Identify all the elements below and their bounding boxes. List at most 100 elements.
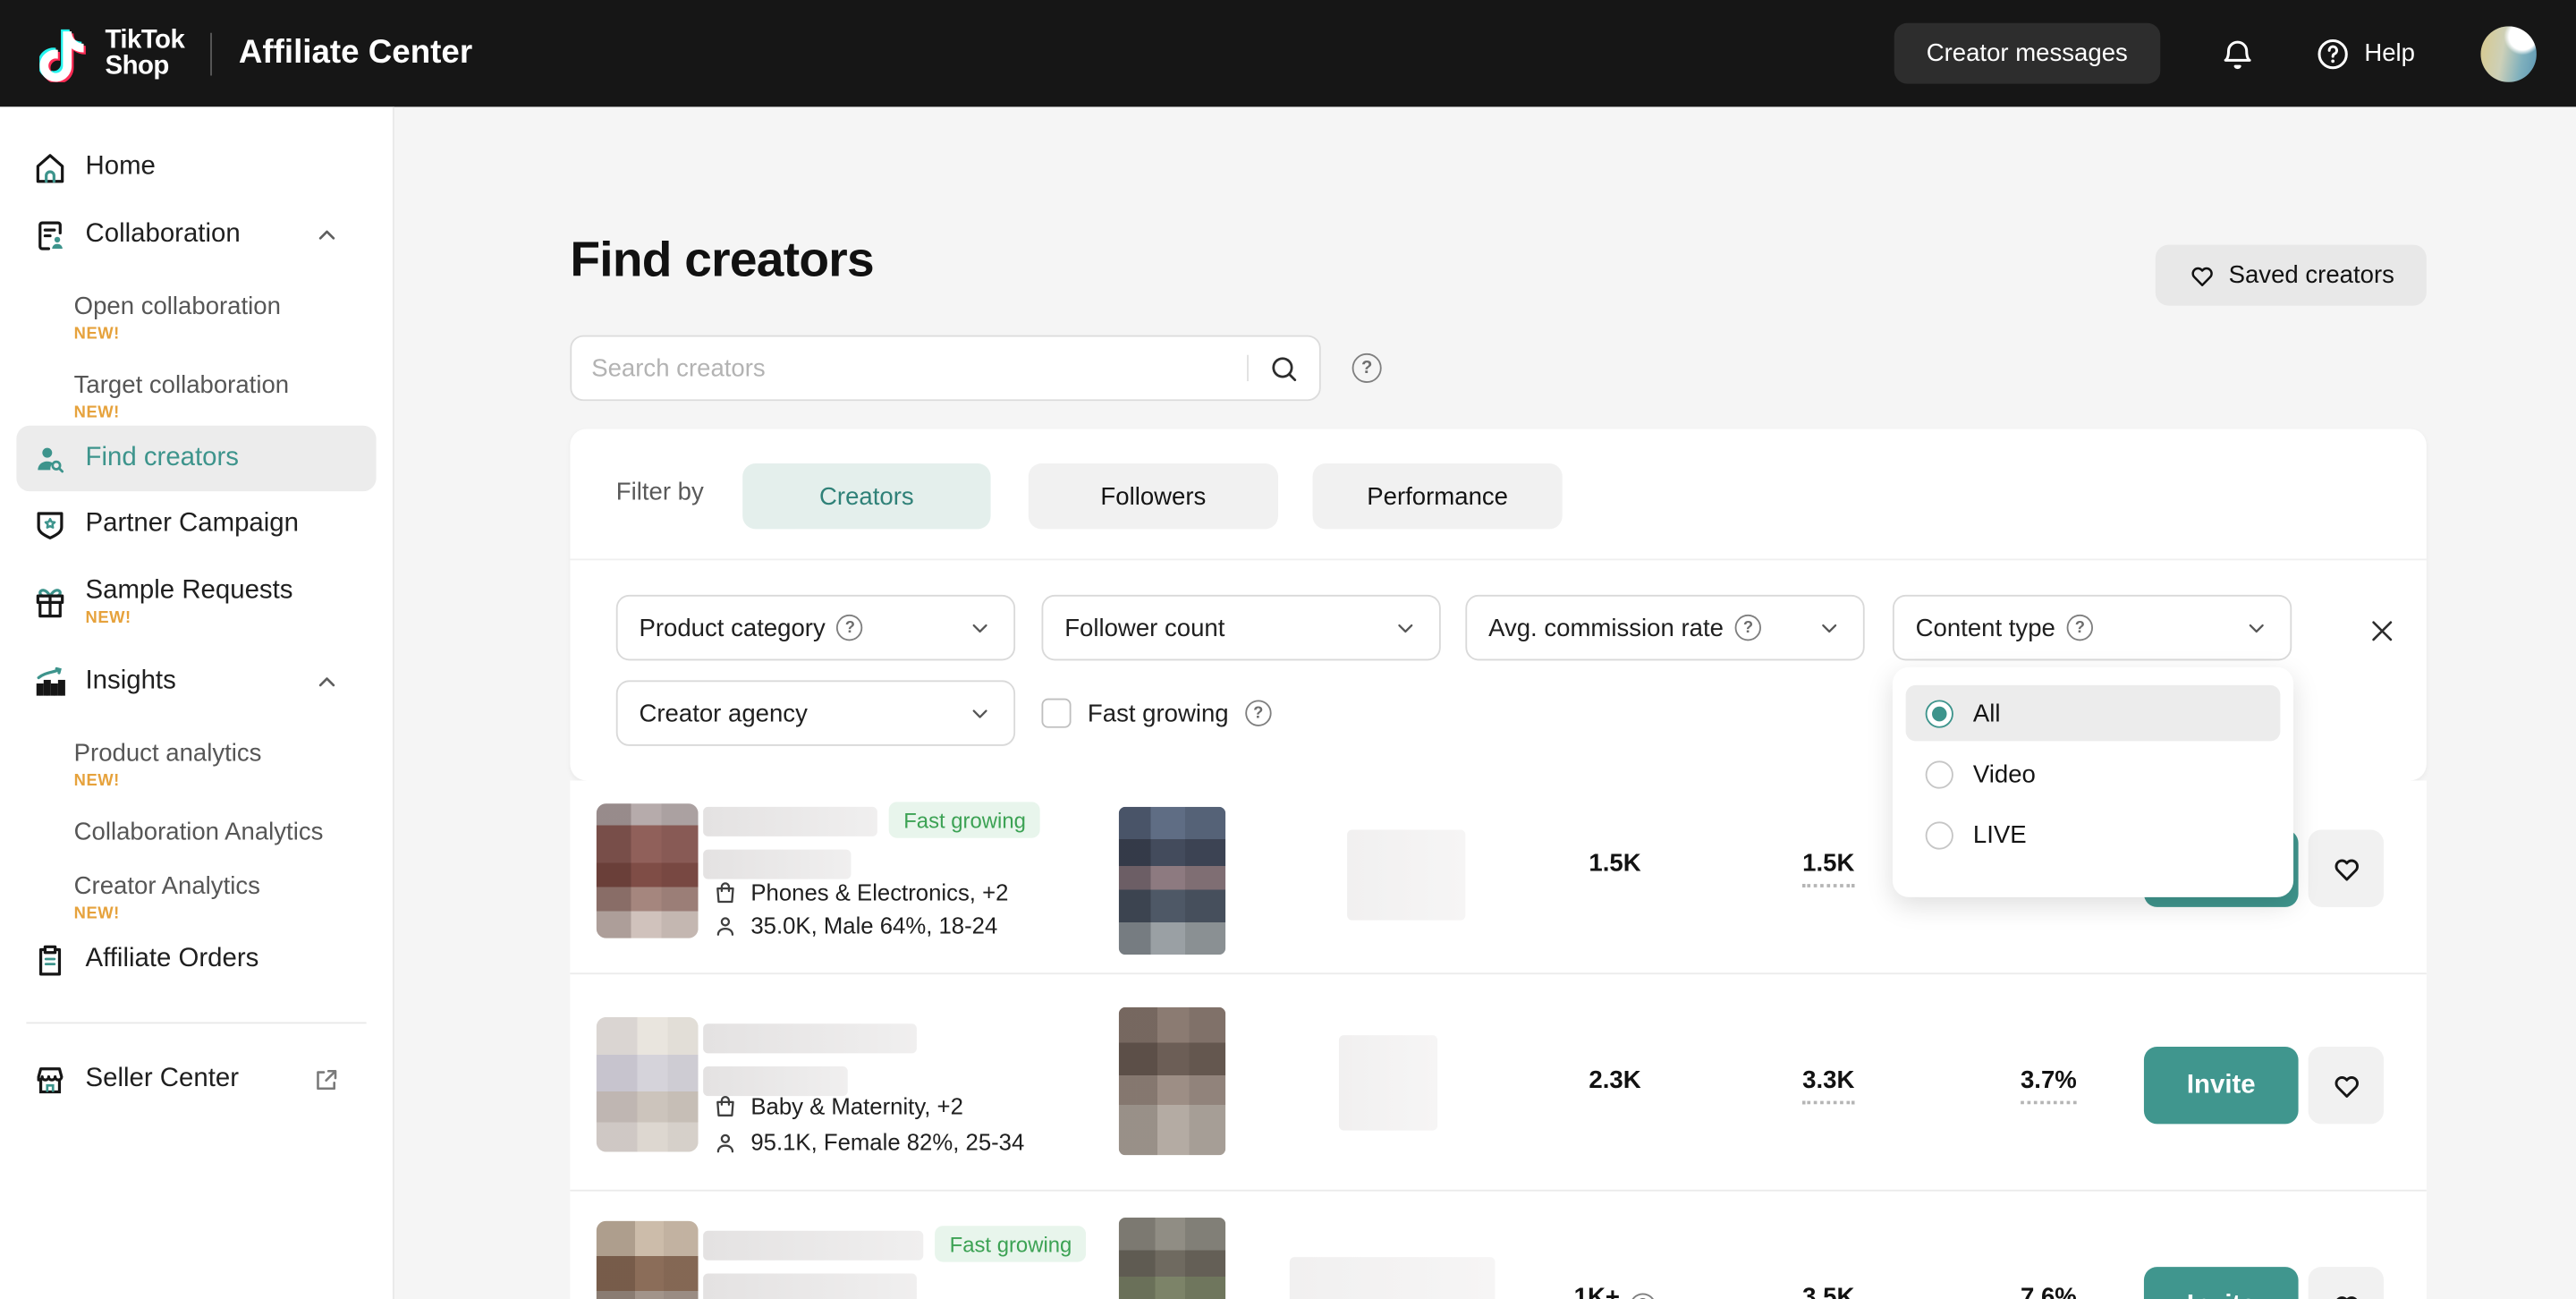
filter-dropdown-creator-agency[interactable]: Creator agency <box>616 680 1015 745</box>
sidebar-subitem-label: Target collaboration <box>74 371 289 399</box>
creator-row: Fast growingHealth275, Female 79%, 25-34… <box>570 1192 2427 1299</box>
blurred-creator-name <box>703 807 877 836</box>
new-badge: NEW! <box>74 902 393 927</box>
fast-growing-badge: Fast growing <box>889 802 1041 837</box>
sidebar-item-sample-requests[interactable]: Sample RequestsNEW! <box>0 558 377 647</box>
sidebar-item-collaboration-analytics[interactable]: Collaboration Analytics <box>0 817 393 848</box>
search-input[interactable] <box>572 354 1247 382</box>
dropdown-help-icon[interactable]: ? <box>1735 615 1761 641</box>
blurred-product-thumbnail[interactable] <box>1119 1007 1225 1155</box>
filter-dropdown-follower-count[interactable]: Follower count <box>1041 595 1440 660</box>
shield-icon <box>33 507 68 542</box>
chevron-up-icon[interactable] <box>314 222 340 248</box>
sidebar-item-home[interactable]: Home <box>0 135 377 200</box>
blurred-creator-handle <box>703 1066 848 1096</box>
tab-followers[interactable]: Followers <box>1029 463 1278 529</box>
blurred-product-thumbnail[interactable] <box>1119 807 1225 955</box>
tab-performance[interactable]: Performance <box>1313 463 1563 529</box>
blurred-creator-avatar[interactable] <box>597 1221 699 1299</box>
dropdown-label: Creator agency <box>639 700 807 727</box>
category-text: Phones & Electronics, +2 <box>750 879 1008 905</box>
filter-card-divider <box>570 558 2427 560</box>
radio-unselected <box>1926 760 1953 787</box>
tiktok-shop-logo[interactable]: TikTok Shop <box>39 25 184 81</box>
fast-growing-label: Fast growing <box>1088 700 1229 727</box>
blurred-stat <box>1347 830 1465 921</box>
stat-value: 1K+? <box>1508 1283 1722 1299</box>
sidebar-item-creator-analytics[interactable]: Creator AnalyticsNEW! <box>0 870 393 926</box>
new-badge: NEW! <box>74 322 393 347</box>
tab-creators[interactable]: Creators <box>742 463 990 529</box>
header-divider <box>211 32 213 75</box>
brand-wordmark: TikTok Shop <box>106 27 185 80</box>
help-button[interactable]: Help <box>2315 35 2415 71</box>
chart-icon <box>33 665 68 700</box>
filter-dropdown-avg-commission-rate[interactable]: Avg. commission rate? <box>1465 595 1864 660</box>
sidebar-item-find-creators[interactable]: Find creators <box>16 426 376 491</box>
shopping-bag-icon <box>713 1093 738 1118</box>
audience-text: 95.1K, Female 82%, 25-34 <box>750 1129 1024 1155</box>
invite-button[interactable]: Invite <box>2144 1267 2299 1299</box>
save-creator-heart-button[interactable] <box>2309 830 2384 907</box>
sidebar-nav: Home Collaboration Open collaborationNEW! T… <box>0 106 394 1299</box>
blurred-product-thumbnail[interactable] <box>1119 1218 1225 1299</box>
help-label: Help <box>2364 39 2415 67</box>
option-label: LIVE <box>1973 820 2027 848</box>
filter-dropdown-product-category[interactable]: Product category? <box>616 595 1015 660</box>
dropdown-help-icon[interactable]: ? <box>837 615 863 641</box>
creator-category: Baby & Maternity, +2 <box>713 1092 963 1118</box>
sidebar-subitem-label: Creator Analytics <box>74 872 260 900</box>
option-label: All <box>1973 700 2001 727</box>
sidebar-item-open-collaboration[interactable]: Open collaborationNEW! <box>0 291 393 346</box>
content-type-option-all[interactable]: All <box>1906 685 2281 741</box>
fast-growing-badge: Fast growing <box>935 1226 1087 1261</box>
notifications-bell-icon[interactable] <box>2220 35 2256 71</box>
dropdown-help-icon[interactable]: ? <box>2067 615 2093 641</box>
fast-growing-help-icon[interactable]: ? <box>1245 700 1271 726</box>
sidebar-item-target-collaboration[interactable]: Target collaborationNEW! <box>0 369 393 425</box>
sidebar-item-affiliate-orders[interactable]: Affiliate Orders <box>0 927 377 992</box>
sidebar-item-insights[interactable]: Insights <box>0 650 377 715</box>
content-type-option-video[interactable]: Video <box>1906 746 2281 802</box>
blurred-creator-name <box>703 1231 923 1261</box>
fast-growing-checkbox-row[interactable]: Fast growing ? <box>1041 680 1271 745</box>
new-badge: NEW! <box>86 607 293 632</box>
filter-dropdown-content-type[interactable]: Content type? <box>1893 595 2292 660</box>
creator-category: Phones & Electronics, +2 <box>713 879 1008 905</box>
collaboration-icon <box>33 217 68 252</box>
sidebar-item-seller-center[interactable]: Seller Center <box>0 1047 377 1112</box>
blurred-creator-avatar[interactable] <box>597 803 699 938</box>
creator-messages-button[interactable]: Creator messages <box>1894 23 2161 84</box>
app-title: Affiliate Center <box>239 35 472 72</box>
filter-by-label: Filter by <box>616 478 704 505</box>
content-type-option-live[interactable]: LIVE <box>1906 807 2281 862</box>
dropdown-label: Avg. commission rate <box>1488 614 1724 641</box>
sidebar-item-label: Collaboration <box>86 220 241 250</box>
sidebar-item-partner-campaign[interactable]: Partner Campaign <box>0 491 377 556</box>
sidebar-item-collaboration[interactable]: Collaboration <box>0 202 377 267</box>
save-creator-heart-button[interactable] <box>2309 1047 2384 1124</box>
stat-help-icon[interactable]: ? <box>1630 1293 1656 1299</box>
gift-icon <box>33 586 68 621</box>
chevron-down-icon <box>1394 616 1419 641</box>
content-type-menu: All Video LIVE <box>1893 667 2293 897</box>
chevron-down-icon <box>968 700 993 726</box>
radio-unselected <box>1926 820 1953 848</box>
save-creator-heart-button[interactable] <box>2309 1267 2384 1299</box>
chevron-up-icon[interactable] <box>314 669 340 695</box>
fast-growing-checkbox[interactable] <box>1041 699 1071 728</box>
saved-creators-button[interactable]: Saved creators <box>2156 245 2427 306</box>
user-avatar[interactable] <box>2480 25 2536 81</box>
sidebar-item-label: Partner Campaign <box>86 509 299 539</box>
home-icon <box>33 150 68 185</box>
blurred-creator-avatar[interactable] <box>597 1017 699 1152</box>
sidebar-item-product-analytics[interactable]: Product analyticsNEW! <box>0 738 393 794</box>
stat-value: 1.5K <box>1508 850 1722 878</box>
search-icon[interactable] <box>1249 352 1319 384</box>
shopping-bag-icon <box>713 880 738 905</box>
search-help-icon[interactable]: ? <box>1352 353 1382 383</box>
external-link-icon <box>312 1066 340 1093</box>
invite-button[interactable]: Invite <box>2144 1047 2299 1124</box>
close-filters-icon[interactable] <box>2368 616 2397 646</box>
chevron-down-icon <box>1817 616 1842 641</box>
